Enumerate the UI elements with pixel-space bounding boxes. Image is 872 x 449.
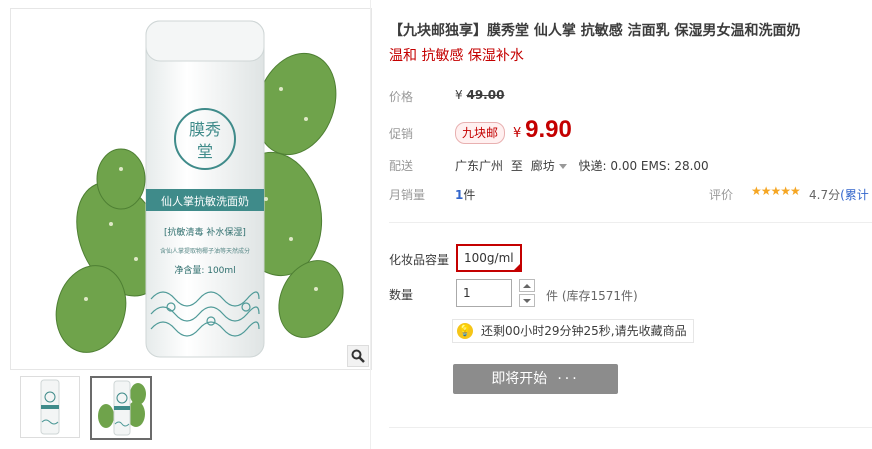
arrow-up-icon xyxy=(523,283,531,288)
thumbnail-2[interactable] xyxy=(90,376,152,440)
lightbulb-icon: 💡 xyxy=(457,323,473,339)
promotion-price: ¥ 9.90 xyxy=(513,116,572,144)
quantity-increase-button[interactable] xyxy=(519,279,535,292)
divider xyxy=(389,222,872,223)
monthly-sales: 1件 xyxy=(455,186,475,203)
star-rating-icon: ★★★★★ xyxy=(751,184,801,198)
loading-dots-icon: ··· xyxy=(557,371,580,387)
svg-text:[抗敏清毒 补水保湿]: [抗敏清毒 补水保湿] xyxy=(164,226,246,238)
svg-text:净含量: 100ml: 净含量: 100ml xyxy=(174,264,235,276)
bottle-logo-text: 膜秀 xyxy=(189,120,221,139)
promotion-tag: 九块邮 xyxy=(455,122,506,144)
product-photo: 膜秀 堂 仙人掌抗敏洗面奶 [抗敏清毒 补水保湿] 含仙人掌提取物椰子油等天然成… xyxy=(55,20,344,358)
rating-label: 评价 xyxy=(709,188,734,202)
chevron-down-icon xyxy=(558,164,567,169)
shipping-fees: 快递: 0.00 EMS: 28.00 xyxy=(578,159,709,173)
sales-label: 月销量 xyxy=(389,188,426,202)
sales-unit: 件 xyxy=(463,188,476,202)
quantity-decrease-button[interactable] xyxy=(519,294,535,307)
shipping-label: 配送 xyxy=(389,159,414,173)
product-main-image[interactable]: 膜秀 堂 仙人掌抗敏洗面奶 [抗敏清毒 补水保湿] 含仙人掌提取物椰子油等天然成… xyxy=(10,8,372,370)
coming-soon-button[interactable]: 即将开始 ··· xyxy=(453,364,618,394)
thumbnail-cactus-image xyxy=(98,380,146,436)
original-price: ¥ 49.00 xyxy=(455,88,504,102)
spec-option-selected[interactable]: 100g/ml xyxy=(456,244,522,272)
original-price-value: 49.00 xyxy=(466,88,505,102)
product-subtitle: 温和 抗敏感 保湿补水 xyxy=(389,48,524,64)
shipping-from: 广东广州 xyxy=(455,159,504,173)
spec-option-label: 100g/ml xyxy=(464,251,514,265)
column-divider xyxy=(370,0,371,449)
promotion-price-value: 9.90 xyxy=(525,116,572,143)
divider-bottom xyxy=(389,427,872,428)
svg-text:含仙人掌提取物椰子油等天然成分: 含仙人掌提取物椰子油等天然成分 xyxy=(160,247,250,255)
svg-text:堂: 堂 xyxy=(197,142,213,161)
promotion-price-currency: ¥ xyxy=(513,126,522,141)
countdown-text: 还剩00小时29分钟25秒,请先收藏商品 xyxy=(481,324,687,338)
countdown-reminder: 💡 还剩00小时29分钟25秒,请先收藏商品 xyxy=(452,319,694,343)
selected-check-icon xyxy=(511,262,522,272)
rating-score-value: 4.7分 xyxy=(809,188,841,202)
magnifier-icon xyxy=(351,349,365,363)
quantity-label: 数量 xyxy=(389,288,414,302)
promotion-label: 促销 xyxy=(389,127,414,141)
quantity-stock: 件 (库存1571件) xyxy=(546,289,638,303)
bottle-product-name: 仙人掌抗敏洗面奶 xyxy=(161,194,249,208)
coming-soon-label: 即将开始 xyxy=(491,371,548,387)
quantity-input[interactable]: 1 xyxy=(456,279,512,307)
arrow-down-icon xyxy=(523,298,531,303)
shipping-info: 广东广州 至 廊坊 快递: 0.00 EMS: 28.00 xyxy=(455,157,709,174)
thumbnail-strip xyxy=(10,372,370,449)
shipping-destination: 廊坊 xyxy=(530,159,555,173)
price-label: 价格 xyxy=(389,90,414,104)
spec-label: 化妆品容量 xyxy=(389,253,450,267)
shipping-destination-select[interactable]: 廊坊 xyxy=(531,159,575,173)
zoom-button[interactable] xyxy=(347,345,369,367)
original-price-currency: ¥ xyxy=(455,88,463,102)
product-title: 【九块邮独享】膜秀堂 仙人掌 抗敏感 洁面乳 保湿男女温和洗面奶 xyxy=(389,23,801,39)
thumbnail-bottle-image xyxy=(40,379,60,435)
cumulative-reviews-link[interactable]: (累计 xyxy=(840,188,869,202)
rating-score: 4.7分(累计 xyxy=(809,186,869,203)
product-info-panel: 【九块邮独享】膜秀堂 仙人掌 抗敏感 洁面乳 保湿男女温和洗面奶 温和 抗敏感 … xyxy=(389,0,872,449)
shipping-to-word: 至 xyxy=(510,159,523,173)
thumbnail-1[interactable] xyxy=(20,376,80,438)
